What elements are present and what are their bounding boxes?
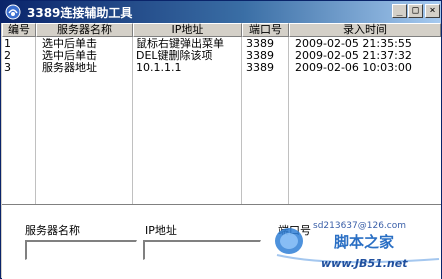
column-header-id[interactable]: 编号 xyxy=(2,23,36,37)
cell-time: 2009-02-05 21:37:32 xyxy=(295,50,412,62)
cell-server-name: 选中后单击 xyxy=(42,50,97,62)
cell-server-name: 选中后单击 xyxy=(42,38,97,50)
cell-id: 2 xyxy=(4,50,11,62)
watermark-email: sd213637@126.com xyxy=(313,221,407,231)
cell-time: 2009-02-06 10:03:00 xyxy=(295,62,412,74)
table-row[interactable]: 1 选中后单击 鼠标右键弹出菜单 3389 2009-02-05 21:35:5… xyxy=(2,38,441,50)
window-title: 3389连接辅助工具 xyxy=(27,6,133,20)
cell-ip: 鼠标右键弹出菜单 xyxy=(136,38,224,50)
minimize-button[interactable]: _ xyxy=(392,4,407,18)
cell-server-name: 服务器地址 xyxy=(42,62,97,74)
cell-id: 3 xyxy=(4,62,11,74)
cell-id: 1 xyxy=(4,38,11,50)
watermark-name: 脚本之家 xyxy=(334,233,395,251)
cell-port: 3389 xyxy=(246,38,274,50)
app-window: 3389连接辅助工具 _ □ × 编号 服务器名称 IP地址 端口号 录入时间 … xyxy=(0,0,442,279)
close-button[interactable]: × xyxy=(425,4,440,18)
table-row[interactable]: 3 服务器地址 10.1.1.1 3389 2009-02-06 10:03:0… xyxy=(2,62,441,74)
column-header-server-name[interactable]: 服务器名称 xyxy=(36,23,133,37)
title-bar[interactable]: 3389连接辅助工具 _ □ × xyxy=(1,1,441,23)
column-header-ip[interactable]: IP地址 xyxy=(133,23,242,37)
column-header-port[interactable]: 端口号 xyxy=(242,23,289,37)
cell-port: 3389 xyxy=(246,62,274,74)
table-row[interactable]: 2 选中后单击 DEL键删除该项 3389 2009-02-05 21:37:3… xyxy=(2,50,441,62)
cell-port: 3389 xyxy=(246,50,274,62)
maximize-button[interactable]: □ xyxy=(408,4,423,18)
server-name-input[interactable] xyxy=(25,240,137,260)
cell-ip: DEL键删除该项 xyxy=(136,50,213,62)
cell-ip: 10.1.1.1 xyxy=(136,62,182,74)
ip-label: IP地址 xyxy=(145,224,177,237)
column-header-time[interactable]: 录入时间 xyxy=(289,23,441,37)
watermark-url: www.JB51.net xyxy=(321,257,408,270)
table-header: 编号 服务器名称 IP地址 端口号 录入时间 xyxy=(2,23,441,37)
app-icon xyxy=(5,4,21,20)
ip-input[interactable] xyxy=(143,240,261,260)
server-name-label: 服务器名称 xyxy=(25,224,80,237)
cell-time: 2009-02-05 21:35:55 xyxy=(295,38,412,50)
server-list-table[interactable]: 编号 服务器名称 IP地址 端口号 录入时间 1 选中后单击 鼠标右键弹出菜单 … xyxy=(2,23,441,205)
